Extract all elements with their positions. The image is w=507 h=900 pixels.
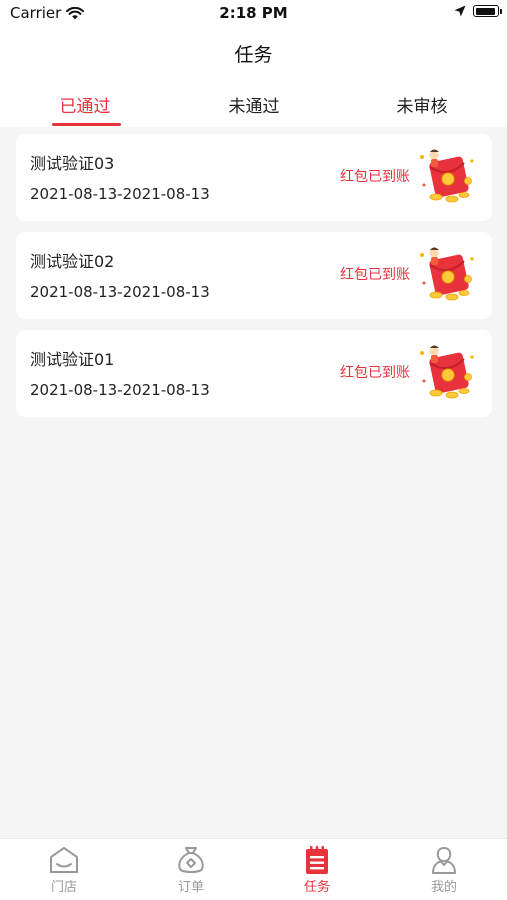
task-title: 测试验证03 xyxy=(30,154,115,173)
task-date-range: 2021-08-13-2021-08-13 xyxy=(30,283,210,301)
bottom-tab-store[interactable]: 门店 xyxy=(24,845,104,895)
store-icon xyxy=(50,847,78,873)
tab-pending[interactable]: 未审核 xyxy=(372,92,472,117)
location-arrow-icon xyxy=(454,5,466,17)
page-title: 任务 xyxy=(234,44,273,66)
bottom-tab-bar: 门店 订单 任务 我的 xyxy=(0,838,507,900)
header: Carrier 2:18 PM 任务 已通过 未通过 未审核 xyxy=(0,0,507,127)
active-tab-indicator xyxy=(52,123,121,126)
bottom-tab-label: 门店 xyxy=(50,880,77,895)
red-envelope-icon xyxy=(420,149,474,203)
bottom-tab-label: 任务 xyxy=(303,880,330,895)
profile-icon xyxy=(432,847,456,874)
bottom-tab-label: 订单 xyxy=(177,880,204,895)
battery-icon xyxy=(473,5,502,17)
red-envelope-icon xyxy=(420,247,474,301)
bottom-tab-tasks[interactable]: 任务 xyxy=(277,845,357,895)
bottom-tab-orders[interactable]: 订单 xyxy=(151,845,231,895)
task-title: 测试验证02 xyxy=(30,252,115,271)
task-reward-status: 红包已到账 xyxy=(340,365,410,381)
red-envelope-icon xyxy=(420,345,474,399)
task-card[interactable]: 测试验证01 2021-08-13-2021-08-13 红包已到账 xyxy=(16,330,492,417)
bottom-tab-label: 我的 xyxy=(430,880,457,895)
task-title: 测试验证01 xyxy=(30,350,115,369)
task-date-range: 2021-08-13-2021-08-13 xyxy=(30,381,210,399)
status-tabs: 已通过 未通过 未审核 xyxy=(0,86,507,127)
bottom-tab-profile[interactable]: 我的 xyxy=(404,845,484,895)
status-bar: Carrier 2:18 PM xyxy=(0,0,507,28)
tab-rejected[interactable]: 未通过 xyxy=(204,92,304,117)
task-list: 测试验证03 2021-08-13-2021-08-13 红包已到账 测试验证0… xyxy=(16,134,492,428)
status-time: 2:18 PM xyxy=(219,4,288,22)
task-reward-status: 红包已到账 xyxy=(340,267,410,283)
tab-approved[interactable]: 已通过 xyxy=(35,92,135,117)
status-right-group xyxy=(454,5,502,17)
task-reward-status: 红包已到账 xyxy=(340,169,410,185)
task-card[interactable]: 测试验证03 2021-08-13-2021-08-13 红包已到账 xyxy=(16,134,492,221)
task-list-icon xyxy=(306,846,328,874)
battery-level xyxy=(475,7,495,15)
task-card[interactable]: 测试验证02 2021-08-13-2021-08-13 红包已到账 xyxy=(16,232,492,319)
money-bag-icon xyxy=(178,847,204,873)
task-date-range: 2021-08-13-2021-08-13 xyxy=(30,185,210,203)
